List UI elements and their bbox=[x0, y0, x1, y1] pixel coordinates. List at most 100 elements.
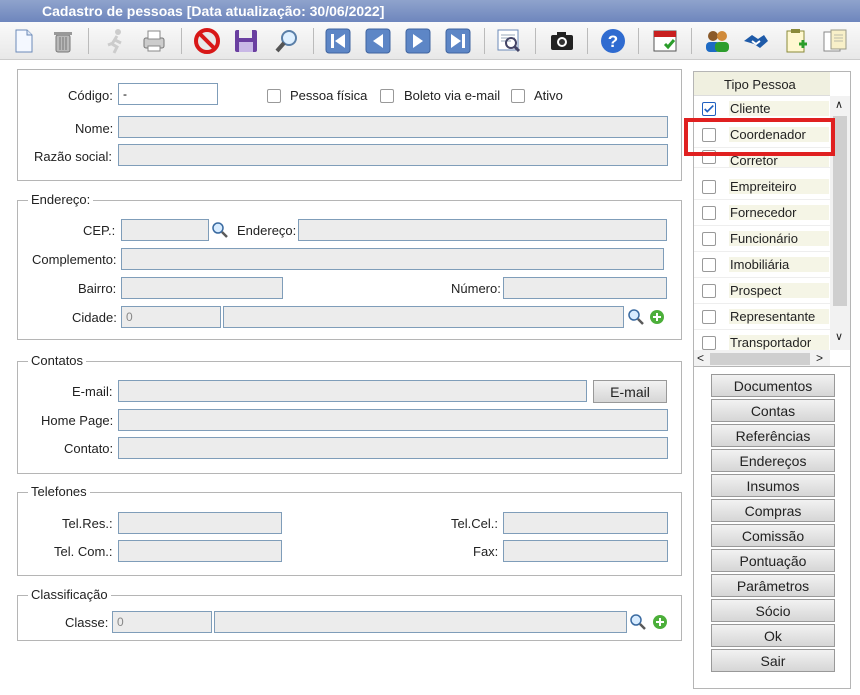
users-icon[interactable] bbox=[702, 26, 732, 56]
telcom-field[interactable] bbox=[118, 540, 282, 562]
print-icon[interactable] bbox=[139, 26, 169, 56]
list-item[interactable]: Representante bbox=[694, 304, 830, 330]
save-icon[interactable] bbox=[231, 26, 261, 56]
parametros-button[interactable]: Parâmetros bbox=[711, 574, 835, 597]
ok-button[interactable]: Ok bbox=[711, 624, 835, 647]
tipo-pessoa-list: Tipo Pessoa Cliente Coordenador Corretor… bbox=[693, 71, 851, 367]
classificacao-group: Classificação Classe: 0 bbox=[17, 587, 682, 641]
toolbar: ? bbox=[0, 22, 860, 60]
pessoa-fisica-checkbox[interactable] bbox=[267, 89, 281, 103]
endereco-label: Endereço: bbox=[237, 223, 297, 238]
classe-code-field[interactable]: 0 bbox=[112, 611, 212, 633]
side-button-panel: Documentos Contas Referências Endereços … bbox=[693, 367, 851, 689]
boleto-checkbox[interactable] bbox=[380, 89, 394, 103]
sair-button[interactable]: Sair bbox=[711, 649, 835, 672]
referencias-button[interactable]: Referências bbox=[711, 424, 835, 447]
comissao-button[interactable]: Comissão bbox=[711, 524, 835, 547]
camera-icon[interactable] bbox=[547, 26, 577, 56]
list-item[interactable]: Imobiliária bbox=[694, 252, 830, 278]
list-item[interactable]: Prospect bbox=[694, 278, 830, 304]
telcel-label: Tel.Cel.: bbox=[451, 516, 498, 531]
telcel-field[interactable] bbox=[503, 512, 668, 534]
pontuacao-button[interactable]: Pontuação bbox=[711, 549, 835, 572]
complemento-field[interactable] bbox=[121, 248, 664, 270]
svg-text:?: ? bbox=[608, 32, 618, 51]
fax-field[interactable] bbox=[503, 540, 668, 562]
previous-icon[interactable] bbox=[363, 26, 393, 56]
documentos-button[interactable]: Documentos bbox=[711, 374, 835, 397]
telres-field[interactable] bbox=[118, 512, 282, 534]
contatos-group: Contatos E-mail: E-mail Home Page: Conta… bbox=[17, 353, 682, 474]
ativo-label: Ativo bbox=[534, 88, 563, 103]
numero-label: Número: bbox=[451, 281, 501, 296]
ativo-checkbox[interactable] bbox=[511, 89, 525, 103]
cancel-icon[interactable] bbox=[192, 26, 222, 56]
cep-field[interactable] bbox=[121, 219, 209, 241]
highlight-box bbox=[684, 118, 835, 156]
list-item[interactable]: Funcionário bbox=[694, 226, 830, 252]
cep-search-icon[interactable] bbox=[211, 221, 229, 239]
first-icon[interactable] bbox=[323, 26, 353, 56]
telefones-group: Telefones Tel.Res.: Tel.Cel.: Tel. Com.:… bbox=[17, 484, 682, 576]
scroll-thumb-h[interactable] bbox=[710, 353, 810, 365]
contas-button[interactable]: Contas bbox=[711, 399, 835, 422]
search-icon[interactable] bbox=[272, 26, 302, 56]
endereco-legend: Endereço: bbox=[28, 192, 94, 207]
scroll-down-icon[interactable]: ∨ bbox=[835, 330, 843, 343]
email-field[interactable] bbox=[118, 380, 587, 402]
codigo-field[interactable]: - bbox=[118, 83, 218, 105]
calendar-icon[interactable] bbox=[650, 26, 680, 56]
cep-label: CEP.: bbox=[83, 223, 116, 238]
contatos-legend: Contatos bbox=[28, 353, 87, 368]
handshake-icon[interactable] bbox=[741, 26, 771, 56]
scroll-right-icon[interactable]: > bbox=[816, 351, 823, 365]
insumos-button[interactable]: Insumos bbox=[711, 474, 835, 497]
endereco-field[interactable] bbox=[298, 219, 667, 241]
contato-label: Contato: bbox=[64, 441, 114, 456]
compras-button[interactable]: Compras bbox=[711, 499, 835, 522]
razao-social-field[interactable] bbox=[118, 144, 668, 166]
classe-label: Classe: bbox=[65, 615, 109, 630]
contato-field[interactable] bbox=[118, 437, 668, 459]
socio-button[interactable]: Sócio bbox=[711, 599, 835, 622]
check-icon[interactable] bbox=[702, 102, 716, 116]
horizontal-scrollbar[interactable]: < > bbox=[694, 350, 830, 366]
scroll-up-icon[interactable]: ∧ bbox=[835, 98, 843, 111]
preview-icon[interactable] bbox=[494, 26, 524, 56]
classe-name-field[interactable] bbox=[214, 611, 627, 633]
endereco-group: Endereço: CEP.: Endereço: Complemento: B… bbox=[17, 192, 682, 340]
telcom-label: Tel. Com.: bbox=[54, 544, 113, 559]
list-item[interactable]: Empreiteiro bbox=[694, 174, 830, 200]
scroll-thumb[interactable] bbox=[833, 116, 847, 306]
enderecos-button[interactable]: Endereços bbox=[711, 449, 835, 472]
help-icon[interactable]: ? bbox=[598, 26, 628, 56]
numero-field[interactable] bbox=[503, 277, 667, 299]
last-icon[interactable] bbox=[443, 26, 473, 56]
run-icon[interactable] bbox=[100, 26, 130, 56]
homepage-field[interactable] bbox=[118, 409, 668, 431]
document-icon[interactable] bbox=[820, 26, 850, 56]
cidade-code-field[interactable]: 0 bbox=[121, 306, 221, 328]
telefones-legend: Telefones bbox=[28, 484, 90, 499]
email-button[interactable]: E-mail bbox=[593, 380, 667, 403]
cidade-add-icon[interactable] bbox=[648, 308, 666, 326]
list-item[interactable]: Transportador bbox=[694, 330, 830, 350]
cidade-search-icon[interactable] bbox=[627, 308, 645, 326]
scroll-left-icon[interactable]: < bbox=[697, 351, 704, 365]
email-label: E-mail: bbox=[72, 384, 113, 399]
list-item[interactable]: Fornecedor bbox=[694, 200, 830, 226]
bairro-field[interactable] bbox=[121, 277, 283, 299]
trash-icon[interactable] bbox=[48, 26, 78, 56]
classe-add-icon[interactable] bbox=[651, 613, 669, 631]
homepage-label: Home Page: bbox=[41, 413, 114, 428]
nome-field[interactable] bbox=[118, 116, 668, 138]
cidade-label: Cidade: bbox=[72, 310, 117, 325]
pessoa-fisica-label: Pessoa física bbox=[290, 88, 368, 103]
cidade-name-field[interactable] bbox=[223, 306, 624, 328]
new-icon[interactable] bbox=[8, 26, 38, 56]
classe-search-icon[interactable] bbox=[629, 613, 647, 631]
clipboard-icon[interactable] bbox=[781, 26, 811, 56]
bairro-label: Bairro: bbox=[78, 281, 117, 296]
codigo-label: Código: bbox=[68, 88, 113, 103]
next-icon[interactable] bbox=[403, 26, 433, 56]
